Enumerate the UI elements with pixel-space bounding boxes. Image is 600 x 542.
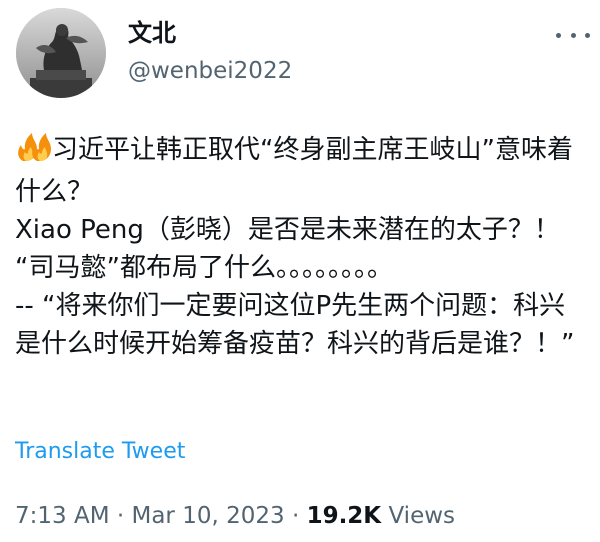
author-display-name[interactable]: 文北	[128, 18, 176, 48]
tweet-text-block: 习近平让韩正取代“终身副主席王岐山”意味着什么？ Xiao Peng（彭晓）是否…	[15, 131, 590, 363]
tweet-text: 习近平让韩正取代“终身副主席王岐山”意味着什么？ Xiao Peng（彭晓）是否…	[15, 135, 575, 359]
avatar[interactable]	[16, 8, 106, 98]
more-horizontal-icon	[585, 32, 590, 38]
meta-separator: ·	[291, 503, 300, 529]
meta-separator: ·	[116, 503, 125, 529]
more-horizontal-icon	[556, 32, 561, 38]
more-options-button[interactable]	[556, 22, 590, 48]
more-horizontal-icon	[570, 32, 576, 38]
tweet-time[interactable]: 7:13 AM	[15, 503, 110, 529]
translate-tweet-link[interactable]: Translate Tweet	[15, 437, 185, 467]
author-handle[interactable]: @wenbei2022	[128, 56, 292, 86]
views-label: Views	[388, 503, 456, 529]
statue-avatar-image	[16, 8, 106, 98]
tweet-metadata: 7:13 AM · Mar 10, 2023 · 19.2K Views	[15, 501, 455, 531]
tweet-date[interactable]: Mar 10, 2023	[131, 503, 284, 529]
views-count: 19.2K	[306, 503, 382, 529]
fire-emoji-icon	[15, 132, 51, 173]
